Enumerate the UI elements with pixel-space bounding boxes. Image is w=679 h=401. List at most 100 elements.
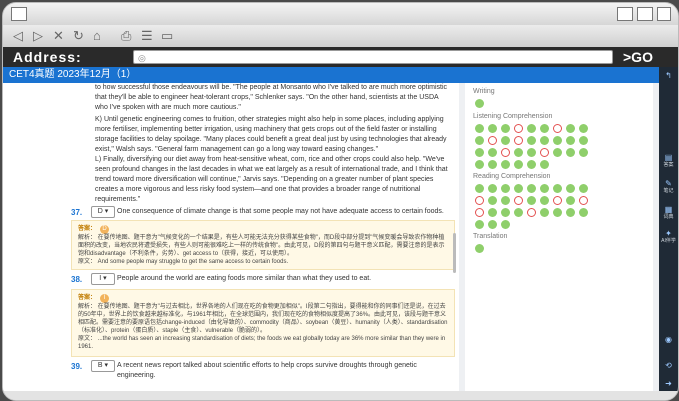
question-dot[interactable] <box>488 160 497 169</box>
question-dot[interactable] <box>475 160 484 169</box>
question-dot[interactable] <box>540 124 549 133</box>
home-icon[interactable]: ⌂ <box>93 28 101 44</box>
question-dot[interactable] <box>475 136 484 145</box>
question-dot[interactable] <box>566 136 575 145</box>
prev-icon[interactable]: ⟲ <box>659 361 678 370</box>
question-dot[interactable] <box>475 220 484 229</box>
question-dot[interactable] <box>527 148 536 157</box>
question-dot[interactable] <box>553 148 562 157</box>
question-dot[interactable] <box>501 160 510 169</box>
bookmark-icon[interactable]: ☰ <box>141 28 153 44</box>
question-dot[interactable] <box>488 220 497 229</box>
question-dot[interactable] <box>501 136 510 145</box>
address-label: Address: <box>13 49 82 65</box>
print-icon[interactable]: ⎙ <box>121 28 131 44</box>
question-dot[interactable] <box>501 184 510 193</box>
question-dot[interactable] <box>514 184 523 193</box>
answer-select[interactable]: I ▾ <box>91 273 115 285</box>
answer-select[interactable]: B ▾ <box>91 360 115 372</box>
passage-paragraph-k: K) Until genetic engineering comes to fr… <box>95 116 447 153</box>
minimize-icon[interactable] <box>617 7 633 21</box>
stop-icon[interactable]: ✕ <box>53 28 64 44</box>
question-dot[interactable] <box>579 148 588 157</box>
question-dot[interactable] <box>514 208 523 217</box>
question-dot[interactable] <box>475 99 484 108</box>
question-dot[interactable] <box>579 208 588 217</box>
question-number: 39. <box>71 362 83 371</box>
question-dot[interactable] <box>566 184 575 193</box>
question-dot[interactable] <box>501 220 510 229</box>
question-dot[interactable] <box>566 208 575 217</box>
question-dot[interactable] <box>527 124 536 133</box>
question-dot[interactable] <box>553 208 562 217</box>
section-writing[interactable]: Writing <box>473 88 495 95</box>
question-dot[interactable] <box>553 124 562 133</box>
question-dot[interactable] <box>501 196 510 205</box>
question-dot[interactable] <box>553 184 562 193</box>
forward-icon[interactable]: ▷ <box>33 28 43 44</box>
question-dot[interactable] <box>553 136 562 145</box>
question-dot[interactable] <box>527 136 536 145</box>
question-dot[interactable] <box>540 148 549 157</box>
tool-notes[interactable]: ✎ 笔记 <box>659 179 678 195</box>
next-icon[interactable]: ➜ <box>659 379 678 388</box>
question-dot[interactable] <box>501 208 510 217</box>
maximize-icon[interactable] <box>637 7 653 21</box>
settings-icon[interactable]: ◉ <box>659 335 678 344</box>
question-dot[interactable] <box>475 208 484 217</box>
question-dot[interactable] <box>566 148 575 157</box>
section-listening[interactable]: Listening Comprehension <box>473 113 552 120</box>
question-dot[interactable] <box>540 184 549 193</box>
question-dot[interactable] <box>488 136 497 145</box>
question-dot[interactable] <box>514 196 523 205</box>
scrollbar[interactable] <box>453 233 456 273</box>
question-dot[interactable] <box>514 148 523 157</box>
refresh-icon[interactable]: ↻ <box>73 28 84 44</box>
question-dot[interactable] <box>566 196 575 205</box>
question-dot[interactable] <box>475 196 484 205</box>
back-icon[interactable]: ◁ <box>13 28 23 44</box>
window-menu-icon[interactable] <box>11 7 27 21</box>
question-dot[interactable] <box>488 196 497 205</box>
question-dot[interactable] <box>540 196 549 205</box>
question-dot[interactable] <box>566 124 575 133</box>
question-dot[interactable] <box>579 124 588 133</box>
question-dot[interactable] <box>514 124 523 133</box>
answer-select[interactable]: D ▾ <box>91 206 115 218</box>
history-icon[interactable]: ▭ <box>161 28 173 44</box>
question-dot[interactable] <box>475 184 484 193</box>
question-dot[interactable] <box>501 124 510 133</box>
tool-dictionary[interactable]: ▦ 词典 <box>659 205 678 221</box>
browser-frame: ◁ ▷ ✕ ↻ ⌂ ⎙ ☰ ▭ Address: ◎ >GO CET4真题 20… <box>2 2 679 401</box>
back-arrow-icon[interactable]: ↰ <box>659 71 678 80</box>
question-dot[interactable] <box>527 208 536 217</box>
question-dot[interactable] <box>579 136 588 145</box>
question-dot[interactable] <box>488 148 497 157</box>
question-dot[interactable] <box>514 136 523 145</box>
question-dot[interactable] <box>579 184 588 193</box>
question-dot[interactable] <box>579 196 588 205</box>
question-dot[interactable] <box>527 160 536 169</box>
go-button[interactable]: >GO <box>623 47 653 67</box>
question-dot[interactable] <box>501 148 510 157</box>
question-dot[interactable] <box>475 124 484 133</box>
tool-ai-tutor[interactable]: ✦ AI伴学 <box>659 229 678 245</box>
section-translation[interactable]: Translation <box>473 233 507 240</box>
question-dot[interactable] <box>540 208 549 217</box>
question-dot[interactable] <box>527 196 536 205</box>
question-dot[interactable] <box>540 160 549 169</box>
question-dot[interactable] <box>553 196 562 205</box>
question-dot[interactable] <box>475 148 484 157</box>
tool-answer[interactable]: ▤ 答案 <box>659 153 678 169</box>
question-dot[interactable] <box>488 208 497 217</box>
question-dot[interactable] <box>488 184 497 193</box>
question-dot[interactable] <box>527 184 536 193</box>
close-icon[interactable] <box>657 7 671 21</box>
right-toolbar: ↰ ▤ 答案 ✎ 笔记 ▦ 词典 ✦ AI伴学 ◉ ⟲ ➜ <box>659 67 678 391</box>
question-dot[interactable] <box>488 124 497 133</box>
question-dot[interactable] <box>475 244 484 253</box>
address-input[interactable]: ◎ <box>133 50 613 64</box>
question-dot[interactable] <box>514 160 523 169</box>
question-dot[interactable] <box>540 136 549 145</box>
section-reading[interactable]: Reading Comprehension <box>473 173 550 180</box>
